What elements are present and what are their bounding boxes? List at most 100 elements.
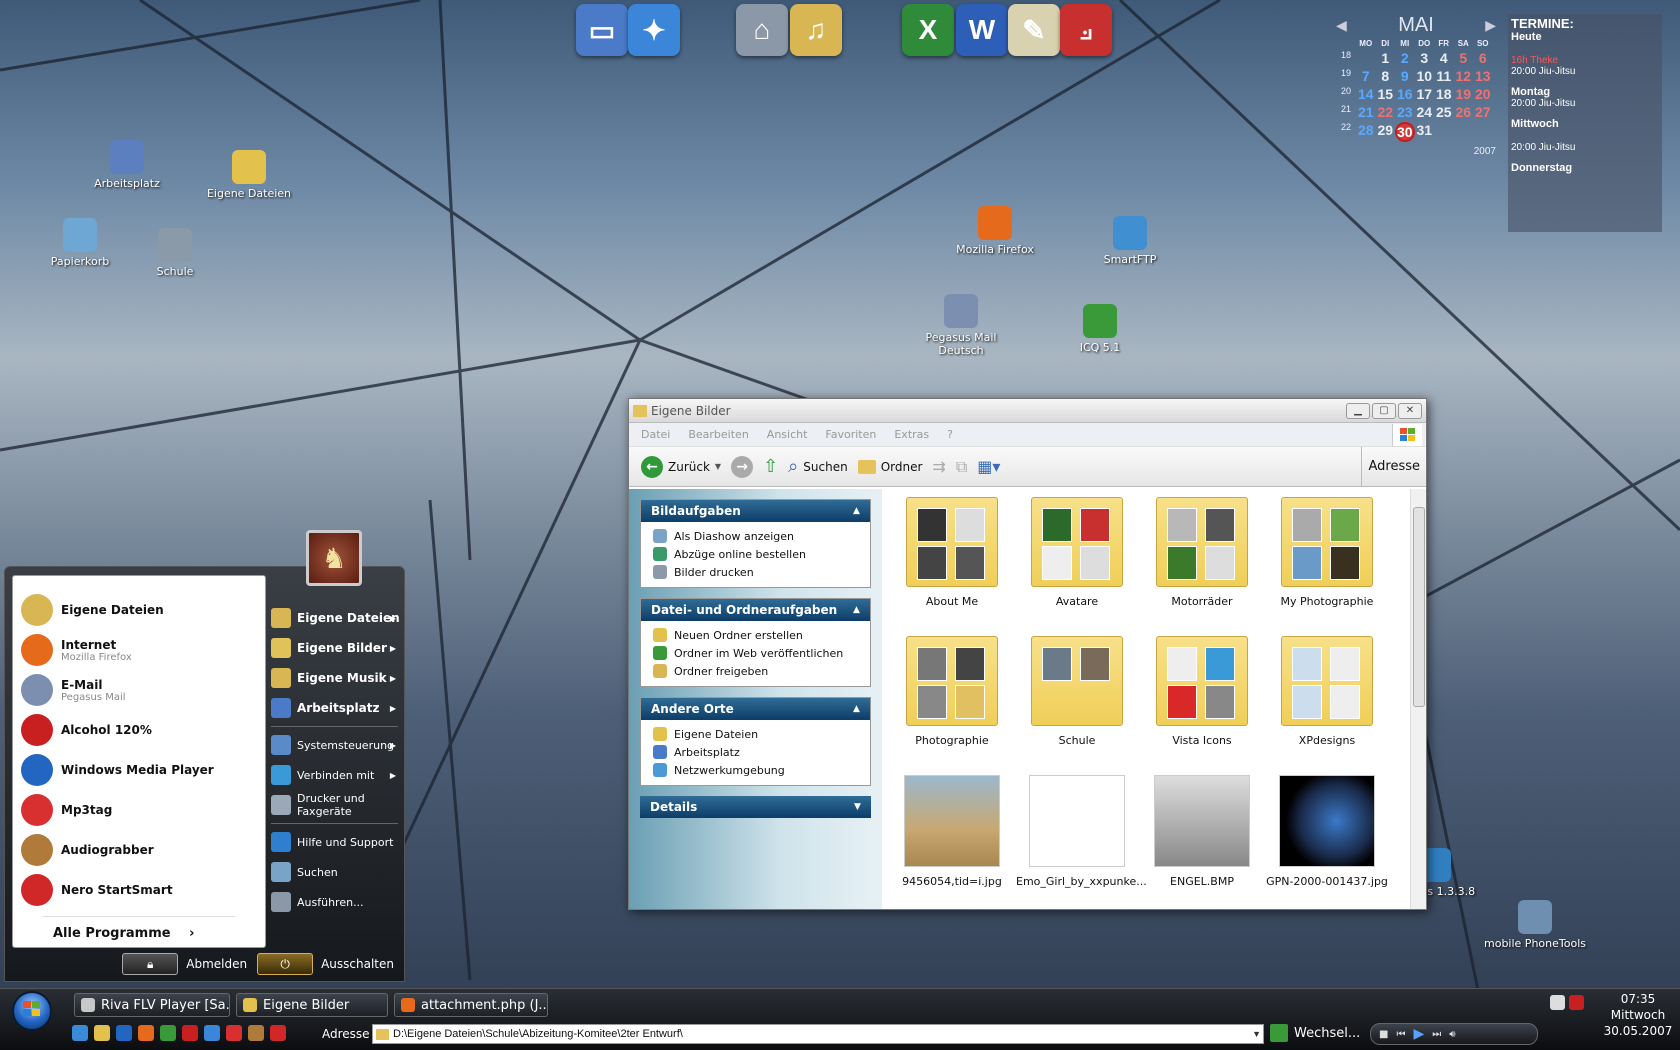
place-item[interactable]: Ausführen...	[267, 887, 402, 917]
calendar-day[interactable]: 8	[1376, 68, 1396, 84]
calendar-day[interactable]: 4	[1434, 50, 1454, 66]
folder-up-icon[interactable]: ⇧	[763, 456, 778, 477]
notepad-icon[interactable]: ✎	[1008, 4, 1060, 56]
go-button[interactable]: Wechsel...	[1270, 1024, 1360, 1042]
scrollbar-thumb[interactable]	[1413, 507, 1425, 707]
menu-item[interactable]: Extras	[894, 428, 929, 441]
calendar-day[interactable]: 11	[1434, 68, 1454, 84]
calendar-day[interactable]: 14	[1356, 86, 1376, 102]
task-link[interactable]: Bilder drucken	[641, 563, 870, 581]
calendar-day[interactable]: 30	[1395, 122, 1415, 142]
desktop-shortcut[interactable]: mobile PhoneTools	[1480, 900, 1590, 950]
program-item[interactable]: Mp3tag	[13, 790, 265, 830]
chevron-up-icon[interactable]: ▲	[849, 602, 864, 617]
task-link[interactable]: Abzüge online bestellen	[641, 545, 870, 563]
forward-button[interactable]: →	[731, 455, 754, 478]
calendar-day[interactable]: 18	[1434, 86, 1454, 102]
calendar-day[interactable]: 15	[1376, 86, 1396, 102]
image-item[interactable]: GPN-2000-001437.jpg	[1266, 775, 1388, 888]
calendar-day[interactable]	[1434, 122, 1454, 142]
play-icon[interactable]: ▶	[1413, 1026, 1424, 1042]
calendar-day[interactable]: 28	[1356, 122, 1376, 142]
chevron-up-icon[interactable]: ▲	[849, 503, 864, 518]
place-item[interactable]: Drucker und Faxgeräte	[267, 790, 402, 820]
program-item[interactable]: Nero StartSmart	[13, 870, 265, 910]
desktop-shortcut[interactable]: Papierkorb	[25, 218, 135, 268]
menu-item[interactable]: Datei	[641, 428, 670, 441]
acrobat-icon[interactable]: ⟓	[1060, 4, 1112, 56]
calendar-day[interactable]: 7	[1356, 68, 1376, 84]
quick-launch-icon[interactable]	[72, 1025, 88, 1041]
user-avatar[interactable]: ♞	[306, 530, 362, 586]
place-item[interactable]: Arbeitsplatz ▶	[267, 693, 402, 723]
calendar-day[interactable]: 2	[1395, 50, 1415, 66]
views-icon[interactable]: ▦▾	[977, 457, 1000, 476]
menu-item[interactable]: ?	[947, 428, 953, 441]
copy-to-icon[interactable]: ⧉	[956, 457, 967, 477]
safari-compass-icon[interactable]: ✦	[628, 4, 680, 56]
place-item[interactable]: Hilfe und Support	[267, 827, 402, 857]
task-link[interactable]: Eigene Dateien	[641, 725, 870, 743]
taskbar-button[interactable]: Riva FLV Player [Sa...	[74, 993, 230, 1017]
task-link[interactable]: Als Diashow anzeigen	[641, 527, 870, 545]
music-folder-icon[interactable]: ♫	[790, 4, 842, 56]
desktop-shortcut[interactable]: Schule	[120, 228, 230, 278]
quick-launch-icon[interactable]	[270, 1025, 286, 1041]
folder-item[interactable]: Motorräder	[1141, 497, 1263, 608]
search-button[interactable]: ⌕ Suchen	[788, 456, 848, 477]
shutdown-button[interactable]: ⏻ Ausschalten	[257, 953, 394, 975]
excel-icon[interactable]: X	[902, 4, 954, 56]
network-icon[interactable]	[1550, 995, 1565, 1010]
quick-launch-icon[interactable]	[138, 1025, 154, 1041]
stop-icon[interactable]: ■	[1379, 1029, 1388, 1040]
task-link[interactable]: Arbeitsplatz	[641, 743, 870, 761]
antivirus-icon[interactable]	[1569, 995, 1584, 1010]
task-pane-header[interactable]: Details ▼	[640, 796, 871, 818]
task-link[interactable]: Neuen Ordner erstellen	[641, 626, 870, 644]
calendar-day[interactable]	[1356, 50, 1376, 66]
quick-launch-icon[interactable]	[204, 1025, 220, 1041]
vertical-scrollbar[interactable]	[1410, 489, 1426, 909]
calendar-day[interactable]: 24	[1415, 104, 1435, 120]
folder-item[interactable]: Photographie	[891, 636, 1013, 747]
place-item[interactable]: Eigene Dateien ▶	[267, 603, 402, 633]
quick-launch-icon[interactable]	[160, 1025, 176, 1041]
calendar-day[interactable]: 27	[1473, 104, 1493, 120]
calendar-day[interactable]: 10	[1415, 68, 1435, 84]
calendar-day[interactable]: 22	[1376, 104, 1396, 120]
calendar-day[interactable]: 5	[1454, 50, 1474, 66]
folder-item[interactable]: About Me	[891, 497, 1013, 608]
word-icon[interactable]: W	[956, 4, 1008, 56]
calendar-day[interactable]: 17	[1415, 86, 1435, 102]
prev-month-button[interactable]: ◀	[1336, 17, 1347, 34]
taskbar-button[interactable]: attachment.php (J...	[394, 993, 548, 1017]
program-item[interactable]: Alcohol 120%	[13, 710, 265, 750]
previous-icon[interactable]: ⏮	[1396, 1029, 1405, 1040]
calendar-day[interactable]: 3	[1415, 50, 1435, 66]
calendar-day[interactable]: 29	[1376, 122, 1396, 142]
start-button[interactable]	[12, 991, 52, 1031]
image-item[interactable]: 9456054,tid=i.jpg	[891, 775, 1013, 888]
menu-item[interactable]: Favoriten	[825, 428, 876, 441]
chevron-down-icon[interactable]: ▼	[850, 799, 865, 814]
program-item[interactable]: Internet Mozilla Firefox	[13, 630, 265, 670]
clock[interactable]: 07:35 Mittwoch 30.05.2007	[1596, 991, 1680, 1039]
task-link[interactable]: Ordner freigeben	[641, 662, 870, 680]
desktop-shortcut[interactable]: Eigene Dateien	[194, 150, 304, 200]
calendar-day[interactable]	[1473, 122, 1493, 142]
calendar-day[interactable]: 13	[1473, 68, 1493, 84]
program-item[interactable]: E-Mail Pegasus Mail	[13, 670, 265, 710]
close-button[interactable]: ✕	[1398, 402, 1422, 419]
task-link[interactable]: Ordner im Web veröffentlichen	[641, 644, 870, 662]
chevron-down-icon[interactable]: ▼	[1252, 1029, 1261, 1039]
calendar-day[interactable]: 16	[1395, 86, 1415, 102]
calendar-day[interactable]: 20	[1473, 86, 1493, 102]
folder-item[interactable]: Avatare	[1016, 497, 1138, 608]
folder-item[interactable]: Schule	[1016, 636, 1138, 747]
calendar-day[interactable]: 19	[1454, 86, 1474, 102]
folders-button[interactable]: Ordner	[857, 459, 922, 474]
quick-launch-icon[interactable]	[182, 1025, 198, 1041]
folder-item[interactable]: XPdesigns	[1266, 636, 1388, 747]
folder-item[interactable]: Vista Icons	[1141, 636, 1263, 747]
calendar-day[interactable]: 31	[1415, 122, 1435, 142]
